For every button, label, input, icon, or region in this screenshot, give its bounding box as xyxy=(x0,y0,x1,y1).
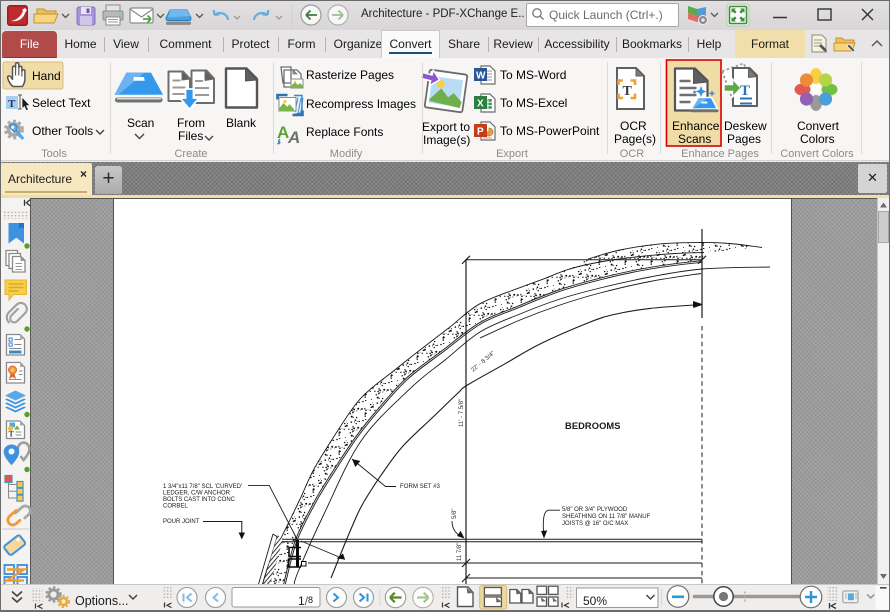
svg-text:Other Tools: Other Tools xyxy=(32,124,93,138)
svg-text:Replace Fonts: Replace Fonts xyxy=(306,125,383,139)
svg-text:OCR: OCR xyxy=(620,119,647,133)
svg-text:POUR JOINT: POUR JOINT xyxy=(163,519,200,525)
svg-text:LEDGER, C/W ANCHOR: LEDGER, C/W ANCHOR xyxy=(163,491,231,497)
svg-text:Scan: Scan xyxy=(127,116,154,130)
svg-text:T: T xyxy=(8,98,16,110)
svg-text:T: T xyxy=(740,83,750,99)
svg-text:Colors: Colors xyxy=(800,132,835,146)
svg-text:To MS-Excel: To MS-Excel xyxy=(500,96,567,110)
svg-text:Blank: Blank xyxy=(226,116,257,130)
svg-text:X: X xyxy=(477,99,484,110)
svg-text:Hand: Hand xyxy=(32,69,61,83)
svg-text:FORM SET #3: FORM SET #3 xyxy=(400,483,440,490)
svg-text:W: W xyxy=(476,71,486,82)
svg-text:T: T xyxy=(9,430,15,439)
svg-text:A: A xyxy=(287,128,300,147)
svg-text:Enhance: Enhance xyxy=(672,119,720,133)
svg-text:T: T xyxy=(623,84,633,99)
svg-text:Image(s): Image(s) xyxy=(423,133,470,147)
svg-text:Files: Files xyxy=(178,129,203,143)
svg-text:JOISTS @ 16" O/C MAX: JOISTS @ 16" O/C MAX xyxy=(562,521,628,527)
svg-text:Page(s): Page(s) xyxy=(614,132,656,146)
svg-text:Pages: Pages xyxy=(727,132,761,146)
svg-text:11 7/8": 11 7/8" xyxy=(457,543,463,561)
svg-text:To MS-PowerPoint: To MS-PowerPoint xyxy=(500,124,600,138)
svg-text:SHEATHING ON 11 7/8" MANUF: SHEATHING ON 11 7/8" MANUF xyxy=(562,514,651,520)
svg-text:Scans: Scans xyxy=(678,132,711,146)
svg-text:Convert: Convert xyxy=(797,119,840,133)
svg-text:Deskew: Deskew xyxy=(724,119,767,133)
svg-text:5/8" OR 3/4" PLYWOOD: 5/8" OR 3/4" PLYWOOD xyxy=(562,507,628,513)
svg-text:CORBEL: CORBEL xyxy=(163,504,188,510)
svg-text:1 3/4"x11 7/8" SCL 'CURVED': 1 3/4"x11 7/8" SCL 'CURVED' xyxy=(163,484,242,490)
svg-text:22' - 8 3/4": 22' - 8 3/4" xyxy=(470,351,496,374)
svg-text:BOLTS CAST INTO CONC: BOLTS CAST INTO CONC xyxy=(163,497,236,503)
svg-text:Recompress Images: Recompress Images xyxy=(306,97,416,111)
svg-text:5/8": 5/8" xyxy=(452,509,458,519)
svg-text:Rasterize Pages: Rasterize Pages xyxy=(306,68,394,82)
svg-text:From: From xyxy=(177,116,205,130)
svg-text:Export to: Export to xyxy=(422,120,470,134)
svg-text:Select Text: Select Text xyxy=(32,96,91,110)
svg-text:P: P xyxy=(477,127,484,138)
svg-text:11' - 7 5/8": 11' - 7 5/8" xyxy=(459,399,465,427)
svg-text:To MS-Word: To MS-Word xyxy=(500,68,566,82)
svg-text:BEDROOMS: BEDROOMS xyxy=(565,421,621,431)
